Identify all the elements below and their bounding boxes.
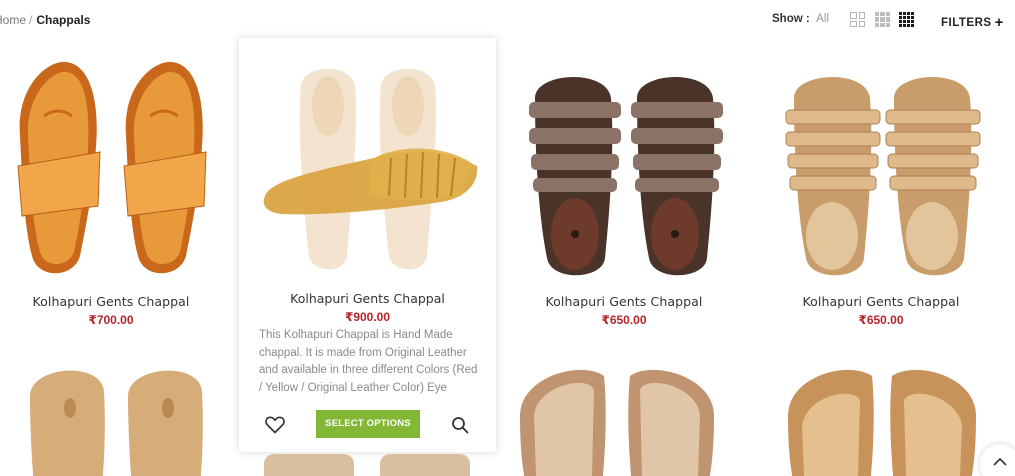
product-price: ₹900.00: [344, 310, 391, 324]
product-image[interactable]: [521, 58, 727, 286]
shop-toolbar: Home/Chappals Show : All FILTERS+: [0, 0, 1015, 40]
select-options-button[interactable]: SELECT OPTIONS: [316, 410, 420, 438]
show-label: Show :: [772, 13, 810, 25]
product-card[interactable]: Kolhapuri Gents Chappal ₹650.00: [766, 40, 996, 340]
breadcrumb-separator: /: [29, 13, 33, 27]
product-image[interactable]: [251, 56, 483, 278]
breadcrumb-home-link[interactable]: Home: [0, 13, 26, 27]
product-card-hovered[interactable]: Kolhapuri Gents Chappal ₹900.00 This Kol…: [239, 38, 496, 452]
filters-button[interactable]: FILTERS +: [941, 13, 1004, 31]
search-icon[interactable]: [451, 416, 469, 434]
product-image[interactable]: [22, 356, 212, 476]
heart-icon[interactable]: [265, 416, 285, 434]
product-description: This Kolhapuri Chappal is Hand Made chap…: [259, 329, 478, 394]
product-image[interactable]: [8, 56, 216, 282]
plus-icon: +: [994, 14, 1004, 31]
grid-4-icon[interactable]: [899, 12, 914, 27]
product-image: [264, 454, 470, 476]
product-name[interactable]: Kolhapuri Gents Chappal: [509, 294, 739, 309]
product-price: ₹650.00: [601, 313, 647, 327]
product-price: ₹700.00: [88, 313, 134, 327]
product-image[interactable]: [780, 58, 984, 286]
breadcrumb: Home/Chappals: [0, 13, 90, 27]
product-name[interactable]: Kolhapuri Gents Chappal: [239, 291, 496, 306]
scroll-to-top-button[interactable]: [980, 444, 1015, 476]
grid-3-icon[interactable]: [875, 12, 890, 27]
product-card[interactable]: Kolhapuri Gents Chappal ₹650.00: [509, 40, 739, 340]
product-name[interactable]: Kolhapuri Gents Chappal: [0, 294, 226, 309]
show-all-link[interactable]: All: [816, 13, 829, 25]
product-price: ₹650.00: [858, 313, 904, 327]
grid-2-icon[interactable]: [850, 12, 865, 27]
product-image[interactable]: [512, 356, 722, 476]
product-name[interactable]: Kolhapuri Gents Chappal: [766, 294, 996, 309]
chevron-up-icon: [993, 457, 1007, 466]
product-image[interactable]: [782, 356, 982, 476]
show-per-page: Show : All: [772, 13, 829, 25]
product-actions: SELECT OPTIONS: [239, 410, 496, 440]
product-card[interactable]: Kolhapuri Gents Chappal ₹700.00: [0, 40, 226, 340]
filters-label: FILTERS: [941, 17, 992, 29]
breadcrumb-current: Chappals: [36, 13, 91, 27]
